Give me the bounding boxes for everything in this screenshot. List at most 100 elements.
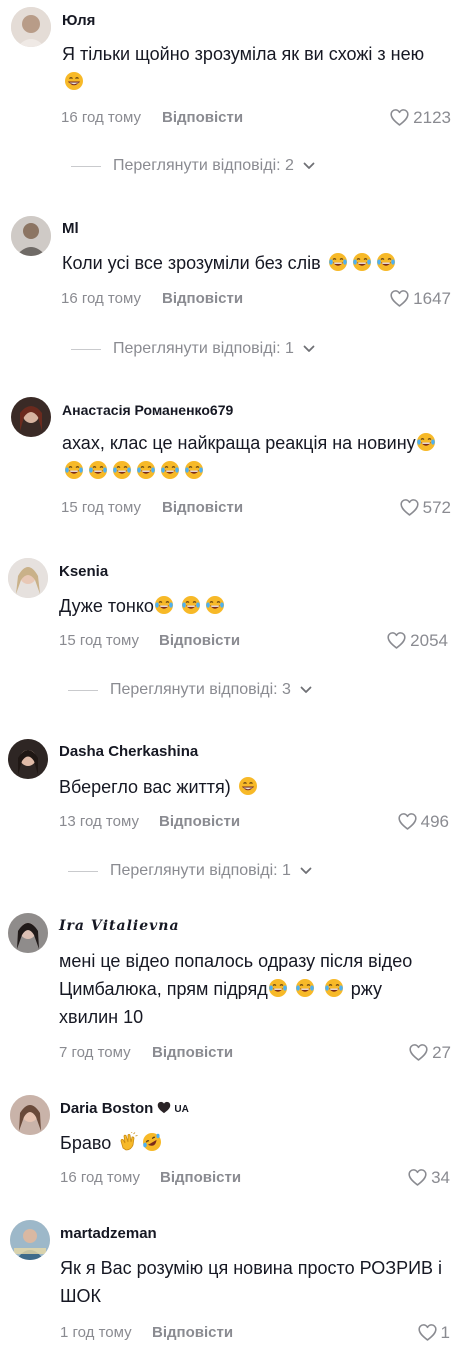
like-count: 2123 [413, 107, 451, 127]
tears-of-joy-emoji-icon [328, 252, 348, 272]
comment-timestamp: 13 год тому [59, 813, 139, 830]
chevron-down-icon [302, 159, 316, 173]
view-replies-button[interactable]: Переглянути відповіді: 1 [71, 340, 316, 358]
comment-author[interactable]: Анастасія Романенко679 [62, 402, 233, 418]
tears-of-joy-emoji-icon [376, 252, 396, 272]
like-count: 27 [432, 1042, 451, 1062]
tears-of-joy-emoji-icon [64, 460, 84, 480]
black-heart-icon [158, 1101, 171, 1114]
heart-outline-icon [386, 630, 407, 651]
reply-button[interactable]: Відповісти [152, 1044, 233, 1061]
reply-button[interactable]: Відповісти [152, 1324, 233, 1341]
comment-text: Браво [60, 1129, 460, 1157]
avatar[interactable] [8, 913, 48, 953]
comment-text: Коли усі все зрозуміли без слів [62, 249, 462, 277]
like-button[interactable]: 1 [417, 1322, 450, 1343]
comment-author[interactable]: Ksenia [59, 563, 108, 580]
avatar[interactable] [11, 7, 51, 47]
comment-timestamp: 16 год тому [61, 290, 141, 307]
comment-text: Я тільки щойно зрозуміла як ви схожі з н… [62, 40, 462, 96]
comment-timestamp: 7 год тому [59, 1044, 131, 1061]
comment-timestamp: 16 год тому [60, 1169, 140, 1186]
grinning-emoji-icon [238, 776, 258, 796]
like-button[interactable]: 2054 [386, 630, 448, 651]
view-replies-label: Переглянути відповіді: 1 [110, 862, 291, 879]
heart-outline-icon [417, 1322, 438, 1343]
country-badge: UA [174, 1104, 189, 1115]
comment-text: Дуже тонко [59, 592, 459, 620]
comment-timestamp: 16 год тому [61, 109, 141, 126]
like-count: 1 [440, 1322, 450, 1342]
comment-timestamp: 15 год тому [59, 632, 139, 649]
comment-author[interactable]: martadzeman [60, 1225, 157, 1242]
like-count: 496 [420, 811, 449, 831]
tears-of-joy-emoji-icon [416, 432, 436, 452]
tears-of-joy-emoji-icon [181, 595, 201, 615]
comment-text: мені це відео попалось одразу після віде… [59, 951, 413, 1027]
tears-of-joy-emoji-icon [154, 595, 174, 615]
divider-line [71, 348, 101, 350]
reply-button[interactable]: Відповісти [162, 290, 243, 307]
heart-outline-icon [389, 107, 410, 128]
heart-outline-icon [397, 811, 418, 832]
clapping-hands-emoji-icon [118, 1132, 138, 1152]
comment-author[interactable]: Daria Boston UA [60, 1100, 189, 1117]
like-button[interactable]: 27 [408, 1042, 451, 1063]
view-replies-label: Переглянути відповіді: 2 [113, 157, 294, 174]
tears-of-joy-emoji-icon [352, 252, 372, 272]
reply-button[interactable]: Відповісти [162, 499, 243, 516]
comment-author[interactable]: Юля [62, 12, 95, 29]
tears-of-joy-emoji-icon [295, 978, 315, 998]
comment-timestamp: 1 год тому [60, 1324, 132, 1341]
view-replies-button[interactable]: Переглянути відповіді: 2 [71, 157, 316, 175]
comments-feed: Юля Я тільки щойно зрозуміла як ви схожі… [0, 0, 471, 1355]
like-button[interactable]: 1647 [389, 288, 451, 309]
tears-of-joy-emoji-icon [268, 978, 288, 998]
reply-button[interactable]: Відповісти [159, 813, 240, 830]
divider-line [68, 689, 98, 691]
heart-outline-icon [407, 1167, 428, 1188]
like-button[interactable]: 2123 [389, 107, 451, 128]
tears-of-joy-emoji-icon [160, 460, 180, 480]
tears-of-joy-emoji-icon [88, 460, 108, 480]
view-replies-label: Переглянути відповіді: 1 [113, 340, 294, 357]
divider-line [68, 870, 98, 872]
reply-button[interactable]: Відповісти [160, 1169, 241, 1186]
avatar[interactable] [8, 739, 48, 779]
heart-outline-icon [389, 288, 410, 309]
comment-author[interactable]: 𝑰𝒓𝒂 𝑽𝒊𝒕𝒂𝒍𝒊𝒆𝒗𝒏𝒂 [59, 918, 180, 934]
heart-outline-icon [408, 1042, 429, 1063]
grinning-emoji-icon [64, 71, 84, 91]
reply-button[interactable]: Відповісти [162, 109, 243, 126]
tears-of-joy-emoji-icon [324, 978, 344, 998]
reply-button[interactable]: Відповісти [159, 632, 240, 649]
tears-of-joy-emoji-icon [136, 460, 156, 480]
view-replies-button[interactable]: Переглянути відповіді: 1 [68, 862, 313, 880]
tears-of-joy-emoji-icon [112, 460, 132, 480]
view-replies-button[interactable]: Переглянути відповіді: 3 [68, 681, 313, 699]
comment-timestamp: 15 год тому [61, 499, 141, 516]
avatar[interactable] [11, 216, 51, 256]
tears-of-joy-emoji-icon [205, 595, 225, 615]
comment-text: Вберегло вас життя) [59, 773, 459, 801]
like-button[interactable]: 496 [397, 811, 449, 832]
comment-author[interactable]: Dasha Cherkashina [59, 743, 198, 760]
like-count: 34 [431, 1167, 450, 1187]
chevron-down-icon [299, 683, 313, 697]
like-count: 2054 [410, 630, 448, 650]
comment-author[interactable]: Ml [62, 220, 79, 237]
tears-of-joy-emoji-icon [184, 460, 204, 480]
heart-outline-icon [399, 497, 420, 518]
avatar[interactable] [10, 1220, 50, 1260]
avatar[interactable] [10, 1095, 50, 1135]
view-replies-label: Переглянути відповіді: 3 [110, 681, 291, 698]
like-count: 1647 [413, 288, 451, 308]
like-count: 572 [422, 497, 451, 517]
like-button[interactable]: 34 [407, 1167, 450, 1188]
avatar[interactable] [8, 558, 48, 598]
comment-text: ахах, клас це найкраща реакція на новину [62, 429, 467, 485]
comment-text: Як я Вас розумію ця новина просто РОЗРИВ… [60, 1258, 443, 1306]
divider-line [71, 165, 101, 167]
avatar[interactable] [11, 397, 51, 437]
like-button[interactable]: 572 [399, 497, 451, 518]
